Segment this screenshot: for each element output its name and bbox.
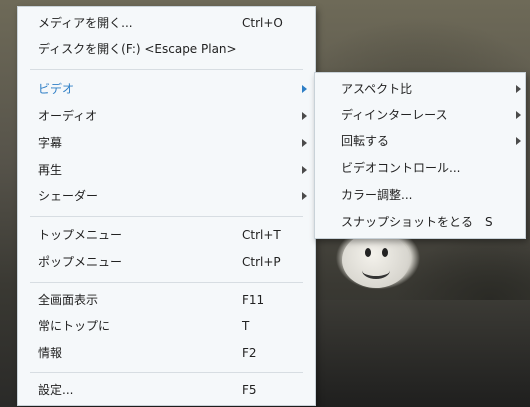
menu-item-label: オーディオ (38, 109, 98, 123)
submenu-arrow-icon (516, 85, 521, 93)
menu-item-always-on-top[interactable]: 常にトップに T (18, 313, 315, 339)
menu-item-shortcut: Ctrl+P (242, 255, 281, 269)
submenu-arrow-icon (302, 166, 307, 174)
video-background-floor (300, 300, 530, 407)
submenu-arrow-icon (302, 85, 307, 93)
menu-item-pop-menu[interactable]: ポップメニュー Ctrl+P (18, 249, 315, 275)
menu-item-subtitles[interactable]: 字幕 (18, 130, 315, 156)
menu-item-label: ビデオコントロール... (341, 161, 461, 175)
menu-item-label: 全画面表示 (38, 293, 99, 307)
menu-item-playback[interactable]: 再生 (18, 157, 315, 183)
menu-item-label: トップメニュー (38, 228, 123, 242)
menu-item-shortcut: F2 (242, 346, 257, 360)
menu-item-label: 情報 (38, 346, 63, 360)
menu-item-label: 設定... (38, 383, 74, 397)
submenu-arrow-icon (302, 112, 307, 120)
submenu-item-deinterlace[interactable]: ディインターレース (315, 102, 525, 128)
menu-item-shortcut: Ctrl+O (242, 16, 283, 30)
smiley-eye (365, 248, 371, 257)
menu-item-label: カラー調整... (341, 188, 413, 202)
menu-item-label: メディアを開く... (38, 16, 133, 30)
submenu-item-color-adjust[interactable]: カラー調整... (315, 182, 525, 208)
menu-item-open-disc[interactable]: ディスクを開く(F:) <Escape Plan> (18, 36, 315, 62)
menu-item-label: スナップショットをとる S (341, 209, 493, 235)
context-menu: メディアを開く... Ctrl+O ディスクを開く(F:) <Escape Pl… (17, 6, 316, 406)
submenu-arrow-icon (302, 192, 307, 200)
menu-item-info[interactable]: 情報 F2 (18, 340, 315, 366)
submenu-item-snapshot[interactable]: スナップショットをとる S (315, 209, 525, 235)
menu-separator (30, 372, 303, 373)
menu-item-shortcut: S (485, 215, 493, 229)
video-submenu: アスペクト比 ディインターレース 回転する ビデオコントロール... カラー調整… (314, 72, 526, 239)
menu-item-shortcut: T (242, 319, 250, 333)
submenu-arrow-icon (516, 137, 521, 145)
submenu-arrow-icon (302, 139, 307, 147)
menu-item-label: 常にトップに (38, 319, 111, 333)
menu-item-audio[interactable]: オーディオ (18, 103, 315, 129)
menu-item-label: シェーダー (38, 189, 99, 203)
menu-item-label: ディスクを開く(F:) <Escape Plan> (38, 42, 237, 56)
menu-item-top-menu[interactable]: トップメニュー Ctrl+T (18, 222, 315, 248)
menu-item-shortcut: Ctrl+T (242, 228, 281, 242)
smiley-mouth (362, 262, 390, 279)
menu-item-open-media[interactable]: メディアを開く... Ctrl+O (18, 10, 315, 36)
smiley-ball-image (342, 232, 410, 288)
submenu-arrow-icon (516, 111, 521, 119)
menu-item-video[interactable]: ビデオ (18, 76, 315, 102)
menu-item-settings[interactable]: 設定... F5 (18, 377, 315, 403)
menu-item-label: ディインターレース (341, 108, 448, 122)
menu-item-label: 再生 (38, 163, 63, 177)
snapshot-label: スナップショットをとる (341, 215, 474, 229)
menu-separator (30, 69, 303, 70)
menu-item-label: 字幕 (38, 136, 63, 150)
menu-item-label: ビデオ (38, 82, 75, 96)
submenu-item-video-control[interactable]: ビデオコントロール... (315, 155, 525, 181)
smiley-eye (382, 248, 388, 257)
menu-item-shader[interactable]: シェーダー (18, 183, 315, 209)
menu-item-label: 回転する (341, 134, 390, 148)
menu-item-shortcut: F5 (242, 383, 257, 397)
submenu-item-rotate[interactable]: 回転する (315, 128, 525, 154)
menu-item-label: アスペクト比 (341, 82, 413, 96)
menu-separator (30, 216, 303, 217)
menu-item-shortcut: F11 (242, 293, 265, 307)
menu-item-fullscreen[interactable]: 全画面表示 F11 (18, 287, 315, 313)
menu-separator (30, 282, 303, 283)
menu-item-label: ポップメニュー (38, 255, 123, 269)
submenu-item-aspect-ratio[interactable]: アスペクト比 (315, 76, 525, 102)
